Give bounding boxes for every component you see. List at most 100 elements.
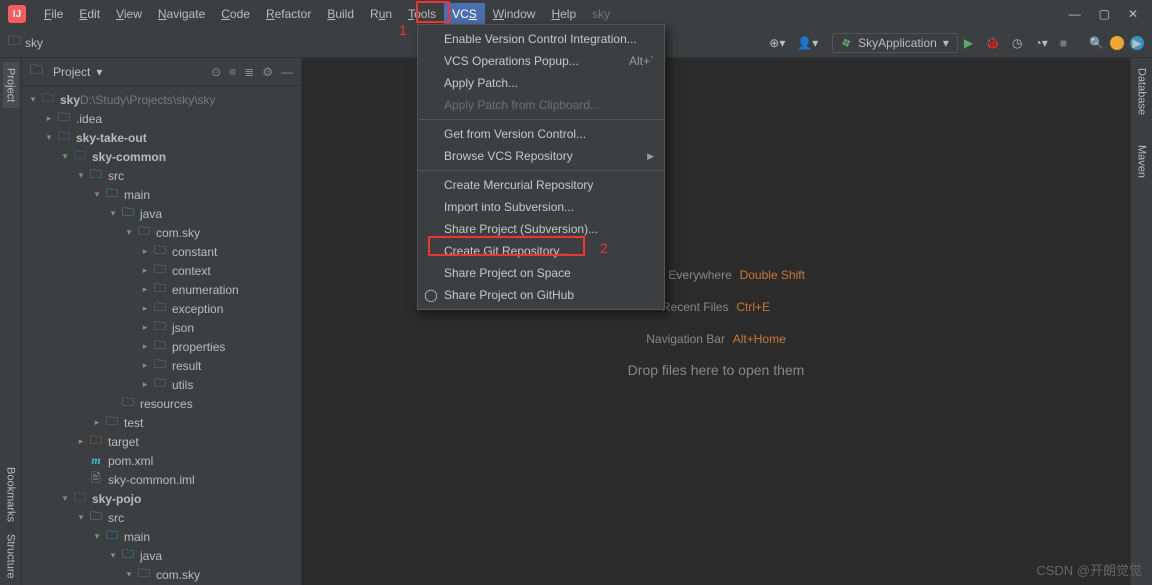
vcs-menu-item[interactable]: Enable Version Control Integration... [418, 28, 664, 50]
vcs-menu-item[interactable]: Apply Patch... [418, 72, 664, 94]
menu-view[interactable]: View [108, 3, 150, 25]
tree-item[interactable]: 🗀resources [22, 394, 301, 413]
menu-refactor[interactable]: Refactor [258, 3, 319, 25]
menu-navigate[interactable]: Navigate [150, 3, 213, 25]
vcs-menu-item[interactable]: Get from Version Control... [418, 123, 664, 145]
tree-item[interactable]: ▾🗀src [22, 166, 301, 185]
tree-item[interactable]: ▾🗀sky D:\Study\Projects\sky\sky [22, 90, 301, 109]
tree-item[interactable]: ▸🗀target [22, 432, 301, 451]
tree-item[interactable]: ▾🗀java [22, 546, 301, 565]
tree-item[interactable]: ▾🗀sky-common [22, 147, 301, 166]
vcs-menu-item[interactable]: VCS Operations Popup...Alt+` [418, 50, 664, 72]
tree-item[interactable]: ▸🗀exception [22, 299, 301, 318]
run-config-selector[interactable]: ❖ SkyApplication ▾ [832, 33, 958, 53]
tree-arrow[interactable]: ▸ [138, 246, 152, 257]
menu-run[interactable]: Run [362, 3, 400, 25]
menu-file[interactable]: File [36, 3, 71, 25]
tree-item[interactable]: ▸🗀enumeration [22, 280, 301, 299]
vcs-menu-item[interactable]: Create Mercurial Repository [418, 174, 664, 196]
tree-item[interactable]: ▸🗀test [22, 413, 301, 432]
chevron-down-icon[interactable]: ▾ [96, 65, 102, 79]
vcs-menu-item[interactable]: Browse VCS Repository▶ [418, 145, 664, 167]
tree-arrow[interactable]: ▾ [74, 512, 88, 523]
tree-item[interactable]: 🖹sky-common.iml [22, 470, 301, 489]
tool-maven[interactable]: Maven [1134, 139, 1150, 184]
vcs-menu-item[interactable]: Create Git Repository... [418, 240, 664, 262]
tree-arrow[interactable]: ▾ [90, 531, 104, 542]
tree-item[interactable]: ▾🗀sky-pojo [22, 489, 301, 508]
tree-arrow[interactable]: ▸ [138, 284, 152, 295]
tree-arrow[interactable]: ▾ [122, 569, 136, 580]
sidebar-title[interactable]: Project [53, 65, 90, 79]
tree-arrow[interactable]: ▸ [42, 113, 56, 124]
tree-item[interactable]: ▸🗀json [22, 318, 301, 337]
tree-arrow[interactable]: ▾ [106, 550, 120, 561]
menu-vcs[interactable]: VCS [444, 3, 485, 25]
minimize-button[interactable]: — [1069, 7, 1081, 21]
tree-item[interactable]: ▾🗀main [22, 185, 301, 204]
tree-item[interactable]: ▾🗀com.sky [22, 565, 301, 584]
add-config-button[interactable]: ⊕▾ [763, 34, 791, 52]
tree-arrow[interactable]: ▾ [74, 170, 88, 181]
stop-button[interactable]: ■ [1054, 34, 1073, 52]
tree-arrow[interactable]: ▸ [74, 436, 88, 447]
debug-button[interactable]: 🐞 [979, 34, 1006, 52]
tree-item[interactable]: ▾🗀java [22, 204, 301, 223]
tree-arrow[interactable]: ▸ [90, 417, 104, 428]
select-opened-icon[interactable]: ⊙ [211, 65, 221, 79]
menu-help[interactable]: Help [543, 3, 584, 25]
tool-project[interactable]: Project [3, 62, 19, 108]
tool-structure[interactable]: Structure [3, 528, 19, 585]
tree-arrow[interactable]: ▾ [26, 94, 40, 105]
maximize-button[interactable]: ▢ [1099, 7, 1110, 21]
expand-all-icon[interactable]: ≡ [229, 65, 236, 79]
tree-arrow[interactable]: ▸ [138, 360, 152, 371]
tree-item[interactable]: ▸🗀utils [22, 375, 301, 394]
menu-code[interactable]: Code [213, 3, 258, 25]
tree-item[interactable]: ▸🗀result [22, 356, 301, 375]
vcs-menu-item[interactable]: ◯Share Project on GitHub [418, 284, 664, 306]
tree-arrow[interactable]: ▾ [106, 208, 120, 219]
breadcrumb-project[interactable]: sky [25, 36, 43, 50]
tree-arrow[interactable]: ▾ [58, 493, 72, 504]
tree-item[interactable]: ▾🗀sky-take-out [22, 128, 301, 147]
search-button[interactable]: 🔍 [1083, 34, 1110, 52]
vcs-menu-item[interactable]: Share Project (Subversion)... [418, 218, 664, 240]
tree-arrow[interactable]: ▸ [138, 379, 152, 390]
tree-item[interactable]: ▾🗀src [22, 508, 301, 527]
tree-item[interactable]: ▸🗀properties [22, 337, 301, 356]
run-with-coverage-button[interactable]: ◔▾ [1029, 34, 1054, 52]
tool-bookmarks[interactable]: Bookmarks [3, 461, 19, 528]
vcs-menu-item[interactable]: Share Project on Space [418, 262, 664, 284]
tree-item[interactable]: mpom.xml [22, 451, 301, 470]
close-button[interactable]: ✕ [1128, 7, 1138, 21]
tree-arrow[interactable]: ▾ [90, 189, 104, 200]
tree-item[interactable]: ▾🗀com.sky [22, 223, 301, 242]
menu-build[interactable]: Build [319, 3, 362, 25]
tree-arrow[interactable]: ▸ [138, 303, 152, 314]
tree-arrow[interactable]: ▸ [138, 322, 152, 333]
project-tree[interactable]: ▾🗀sky D:\Study\Projects\sky\sky▸🗀.idea▾🗀… [22, 86, 301, 585]
tree-item[interactable]: ▸🗀constant [22, 242, 301, 261]
avatar[interactable]: ▶ [1130, 36, 1144, 50]
vcs-menu-item[interactable]: Import into Subversion... [418, 196, 664, 218]
profile-button[interactable]: ◷ [1006, 34, 1028, 52]
tree-arrow[interactable]: ▾ [122, 227, 136, 238]
tree-arrow[interactable]: ▾ [42, 132, 56, 143]
collapse-all-icon[interactable]: ≣ [244, 65, 254, 79]
tree-arrow[interactable]: ▸ [138, 341, 152, 352]
hide-icon[interactable]: — [281, 65, 293, 79]
run-button[interactable]: ▶ [958, 34, 979, 52]
tree-arrow[interactable]: ▸ [138, 265, 152, 276]
menu-window[interactable]: Window [485, 3, 544, 25]
tree-item[interactable]: ▾🗀main [22, 527, 301, 546]
tree-arrow[interactable]: ▾ [58, 151, 72, 162]
tree-item[interactable]: ▸🗀context [22, 261, 301, 280]
tool-database[interactable]: Database [1134, 62, 1150, 121]
tree-item[interactable]: ▸🗀.idea [22, 109, 301, 128]
settings-icon[interactable]: ⚙ [262, 65, 273, 79]
user-button[interactable]: 👤▾ [791, 34, 824, 52]
tree-label: sky-take-out [72, 131, 147, 145]
menu-edit[interactable]: Edit [71, 3, 108, 25]
ide-update-icon[interactable] [1110, 36, 1124, 50]
